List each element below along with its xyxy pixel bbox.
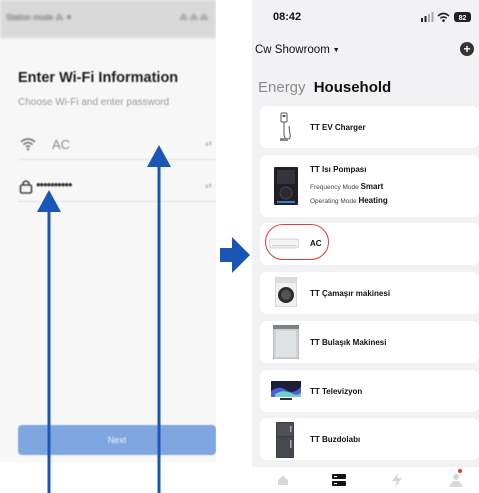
- wifi-setup-screen: Station mode ⁂ ✦ ⁂ ⁂ ⁂ Enter Wi-Fi Infor…: [0, 0, 216, 493]
- device-card[interactable]: TT Televizyon: [260, 370, 479, 412]
- status-left: Station mode ⁂ ✦: [6, 13, 73, 22]
- device-name: TT Televizyon: [310, 387, 363, 396]
- dishwasher-icon: [273, 325, 299, 359]
- page-subtitle: Choose Wi-Fi and enter password: [18, 97, 170, 108]
- home-selector[interactable]: Cw Showroom ▼: [255, 44, 340, 56]
- wifi-network-field[interactable]: AC ⇄: [18, 130, 216, 160]
- chevron-right-icon: ⇄: [205, 139, 212, 148]
- device-name: TT Isı Pompası: [310, 165, 367, 174]
- battery-level: 82: [459, 15, 467, 22]
- tab-household[interactable]: Household: [314, 79, 392, 96]
- heat-pump-icon: [274, 167, 298, 205]
- energy-icon[interactable]: [392, 473, 402, 487]
- caret-down-icon: ▼: [332, 47, 340, 54]
- add-icon[interactable]: +: [460, 42, 474, 56]
- ac-highlight: [265, 224, 329, 260]
- arrow-right-icon: [220, 237, 250, 273]
- device-name: TT Buzdolabı: [310, 435, 361, 444]
- refrigerator-icon: [276, 422, 294, 458]
- device-card[interactable]: TT Buzdolabı: [260, 418, 479, 460]
- status-right: ⁂ ⁂ ⁂: [179, 13, 208, 22]
- device-name: TT Çamaşır makinesi: [310, 289, 391, 298]
- frequency-mode: Frequency Mode Smart: [310, 182, 384, 191]
- arrow-up-icon: [147, 145, 171, 493]
- home-icon[interactable]: [277, 474, 289, 486]
- device-card[interactable]: TT Isı Pompası Frequency Mode Smart Oper…: [260, 155, 479, 217]
- washing-machine-icon: [275, 277, 297, 307]
- notification-dot: [458, 469, 462, 473]
- device-name: TT EV Charger: [310, 123, 366, 132]
- operating-mode: Operating Mode Heating: [310, 196, 388, 205]
- device-card[interactable]: TT Bulaşık Makinesi: [260, 321, 479, 363]
- device-name: TT Bulaşık Makinesi: [310, 338, 387, 347]
- room-tabs: Energy Household: [258, 79, 391, 96]
- bottom-area: [0, 462, 216, 493]
- television-icon: [271, 381, 301, 400]
- status-icons: 82: [421, 12, 471, 22]
- devices-icon[interactable]: [332, 474, 346, 486]
- bottom-nav: [252, 467, 479, 493]
- arrow-up-icon: [37, 190, 61, 493]
- wifi-icon: [20, 138, 36, 151]
- tab-energy[interactable]: Energy: [258, 79, 306, 96]
- home-name: Cw Showroom: [255, 44, 330, 56]
- device-card[interactable]: TT EV Charger: [260, 106, 479, 148]
- lock-icon: [19, 180, 33, 194]
- device-card[interactable]: TT Çamaşır makinesi: [260, 272, 479, 314]
- profile-icon[interactable]: [450, 473, 462, 487]
- page-title: Enter Wi-Fi Information: [18, 70, 179, 86]
- status-time: 08:42: [273, 11, 302, 23]
- ev-charger-icon: [280, 112, 291, 141]
- eye-icon[interactable]: ⇄: [205, 181, 212, 190]
- wifi-network-value: AC: [52, 137, 71, 152]
- status-bar: Station mode ⁂ ✦ ⁂ ⁂ ⁂: [0, 0, 216, 38]
